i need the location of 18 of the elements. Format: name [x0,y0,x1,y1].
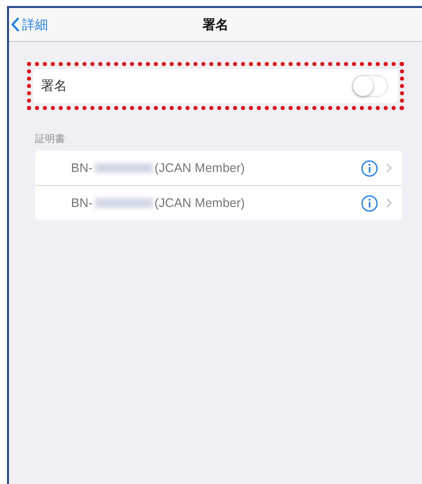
signature-label: 署名 [41,78,68,95]
info-icon [361,160,378,176]
certificate-name: (JCAN Member) [154,161,245,175]
chevron-left-icon [11,17,20,32]
redaction-blur [94,198,153,208]
section-header: 証明書 [35,132,66,146]
back-button[interactable]: 詳細 [9,16,48,34]
certificate-name: (JCAN Member) [154,196,245,210]
screen-title: 署名 [202,16,228,34]
redaction-blur [94,163,153,173]
chevron-right-icon [386,198,392,208]
info-button[interactable] [361,160,378,176]
info-button[interactable] [361,194,378,212]
signature-toggle[interactable] [352,75,388,97]
info-icon [361,194,378,212]
chevron-right-icon [386,163,392,173]
certificate-prefix: BN- [71,161,93,175]
certificate-prefix: BN- [71,196,93,210]
